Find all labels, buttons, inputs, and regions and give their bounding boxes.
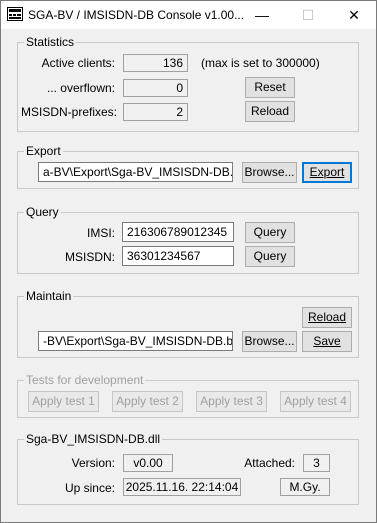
active-clients-value: 136 <box>123 54 188 72</box>
maintain-reload-label: Reload <box>307 310 347 324</box>
save-button-label: Save <box>313 334 341 348</box>
statistics-title: Statistics <box>24 35 77 49</box>
version-value: v0.00 <box>123 454 173 472</box>
dll-title: Sga-BV_IMSISDN-DB.dll <box>24 432 163 446</box>
up-since-value: 2025.11.16. 22:14:04 <box>123 478 241 496</box>
author-value: M.Gy. <box>280 478 330 496</box>
maintain-reload-button[interactable]: Reload <box>302 307 352 328</box>
export-title: Export <box>24 144 63 158</box>
reset-button[interactable]: Reset <box>245 77 295 98</box>
maximize-icon: ☐ <box>301 6 315 23</box>
version-label: Version: <box>71 456 115 470</box>
tests-title: Tests for development <box>24 373 146 387</box>
imsi-query-button[interactable]: Query <box>245 222 295 243</box>
maintain-browse-button[interactable]: Browse... <box>242 331 297 352</box>
apply-test-3-button[interactable]: Apply test 3 <box>196 391 267 412</box>
export-button[interactable]: Export <box>302 162 352 183</box>
window-title: SGA-BV / IMSISDN-DB Console v1.00... <box>28 8 245 22</box>
close-icon[interactable]: ✕ <box>331 1 377 29</box>
attached-value: 3 <box>303 454 330 472</box>
app-icon <box>7 7 23 21</box>
up-since-label: Up since: <box>64 481 115 495</box>
export-browse-button[interactable]: Browse... <box>242 162 297 183</box>
msisdn-input[interactable]: 36301234567 <box>122 246 234 266</box>
overflown-value: 0 <box>123 79 188 97</box>
maintain-path-field[interactable]: -BV\Export\Sga-BV_IMSISDN-DB.bin <box>38 331 233 351</box>
msisdn-label: MSISDN: <box>64 250 115 264</box>
console-window: SGA-BV / IMSISDN-DB Console v1.00... — ☐… <box>0 0 377 523</box>
msisdn-query-button[interactable]: Query <box>245 246 295 267</box>
reload-prefixes-button[interactable]: Reload <box>245 101 295 122</box>
save-button[interactable]: Save <box>302 331 352 352</box>
overflown-label: ... overflown: <box>46 81 115 95</box>
msisdn-prefixes-value: 2 <box>123 103 188 121</box>
export-button-label: Export <box>309 165 345 179</box>
apply-test-1-button[interactable]: Apply test 1 <box>28 391 99 412</box>
apply-test-4-button[interactable]: Apply test 4 <box>280 391 351 412</box>
query-title: Query <box>24 205 61 219</box>
attached-label: Attached: <box>244 456 295 470</box>
msisdn-prefixes-label: MSISDN-prefixes: <box>21 105 118 119</box>
apply-test-2-button[interactable]: Apply test 2 <box>112 391 183 412</box>
active-clients-label: Active clients: <box>41 56 115 70</box>
max-clients-note: (max is set to 300000) <box>201 56 320 70</box>
imsi-label: IMSI: <box>86 226 115 240</box>
export-path-field[interactable]: a-BV\Export\Sga-BV_IMSISDN-DB.txt <box>38 162 233 182</box>
minimize-icon[interactable]: — <box>239 1 285 29</box>
title-bar[interactable]: SGA-BV / IMSISDN-DB Console v1.00... — ☐… <box>1 1 376 29</box>
maintain-title: Maintain <box>24 289 74 303</box>
imsi-input[interactable]: 216306789012345 <box>122 222 234 242</box>
